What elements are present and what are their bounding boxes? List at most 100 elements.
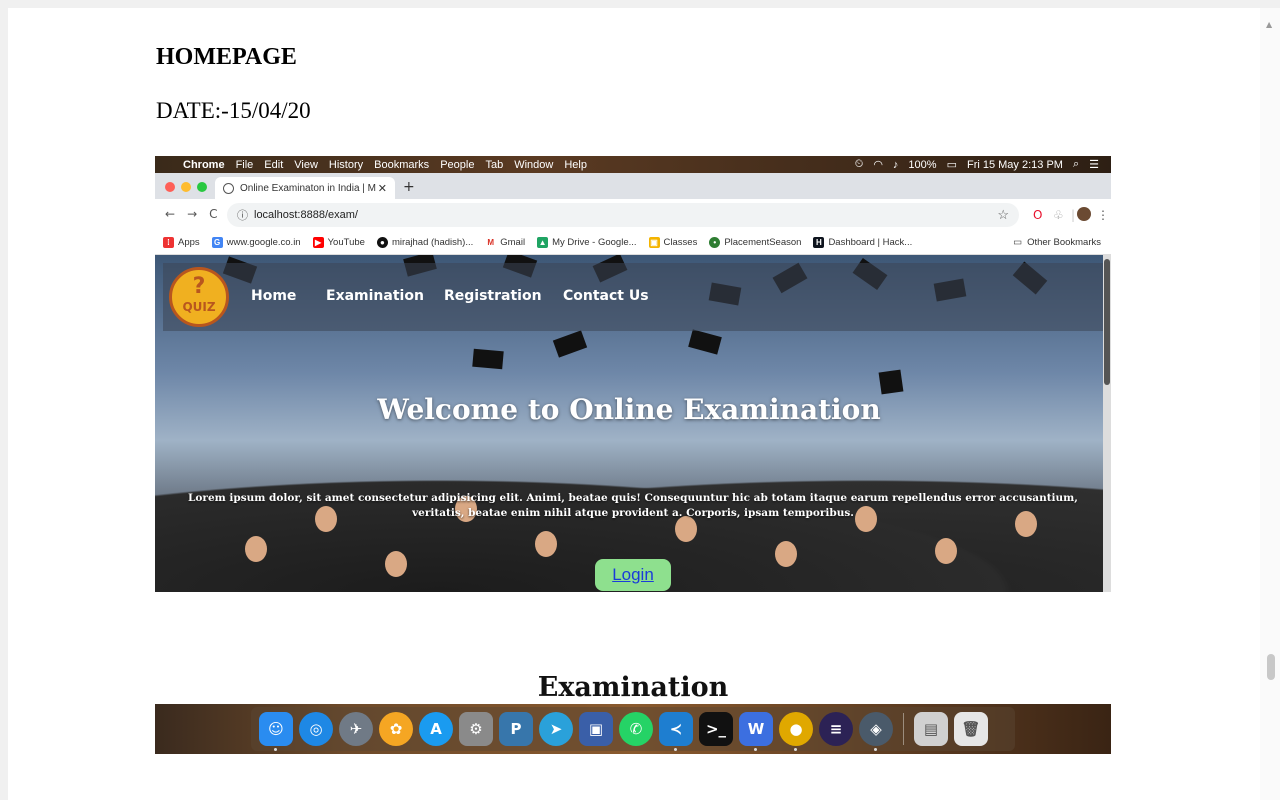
whatsapp-icon[interactable]: ✆ [619, 712, 653, 746]
photos-icon[interactable]: ✿ [379, 712, 413, 746]
menu-item-tab[interactable]: Tab [485, 159, 503, 171]
gmail-icon: M [485, 237, 497, 248]
placement-icon: • [709, 237, 721, 248]
hackerrank-icon: H [813, 237, 825, 248]
menu-app-name[interactable]: Chrome [183, 159, 225, 171]
graduation-cap-icon [472, 348, 504, 370]
browser-toolbar: ← → C ⓘ localhost:8888/exam/ ☆ O ♧ | ⋮ [155, 199, 1111, 231]
bookmark-google[interactable]: Gwww.google.co.in [211, 237, 301, 248]
close-tab-icon[interactable]: ✕ [378, 182, 387, 195]
forward-arrow-icon[interactable]: → [187, 207, 197, 221]
minimize-window-button[interactable] [181, 182, 191, 192]
vscode-icon[interactable]: ≺ [659, 712, 693, 751]
bookmarks-bar: ⁞ Apps Gwww.google.co.in ▶ YouTube ● mirajh… [155, 231, 1111, 255]
bookmark-apps[interactable]: ⁞ Apps [163, 237, 200, 248]
graduation-cap-icon [552, 330, 588, 358]
terminal-icon[interactable]: >_ [699, 712, 733, 746]
apps-grid-icon: ⁞ [163, 237, 174, 248]
menubar-clock[interactable]: Fri 15 May 2:13 PM [967, 159, 1063, 171]
url-text[interactable]: localhost:8888/exam/ [254, 209, 358, 221]
menu-item-people[interactable]: People [440, 159, 474, 171]
battery-icon[interactable]: ▭ [947, 158, 957, 171]
menu-item-history[interactable]: History [329, 159, 363, 171]
nav-link-home[interactable]: Home [251, 288, 296, 304]
app-store-icon[interactable]: A [419, 712, 453, 746]
opera-extension-icon[interactable]: O [1033, 208, 1042, 222]
wps-office-icon[interactable]: W [739, 712, 773, 751]
profile-avatar[interactable] [1077, 207, 1091, 221]
site-scroll-thumb[interactable] [1104, 259, 1110, 385]
python-icon[interactable]: P [499, 712, 533, 746]
bookmark-classes[interactable]: ▣ Classes [648, 237, 697, 248]
system-preferences-icon[interactable]: ⚙ [459, 712, 493, 746]
page-scroll-thumb[interactable] [1267, 654, 1275, 680]
bookmark-drive[interactable]: ▲ My Drive - Google... [537, 237, 637, 248]
menu-item-help[interactable]: Help [564, 159, 587, 171]
menu-item-file[interactable]: File [236, 159, 254, 171]
site-scrollbar[interactable] [1103, 255, 1111, 592]
page-date: DATE:-15/04/20 [156, 98, 311, 123]
graduate-face [385, 551, 407, 577]
running-indicator [794, 748, 797, 751]
github-icon: ● [376, 237, 388, 248]
launchpad-icon[interactable]: ✈ [339, 712, 373, 746]
graduate-face [535, 531, 557, 557]
wifi-icon[interactable]: ◠ [873, 158, 883, 171]
bookmark-hackerrank[interactable]: H Dashboard | Hack... [813, 237, 912, 248]
eclipse-icon[interactable]: ≡ [819, 712, 853, 746]
telegram-icon[interactable]: ➤ [539, 712, 573, 746]
downloads-stack-icon[interactable]: ▤ [914, 712, 948, 746]
page-scrollbar[interactable]: ▲ [1260, 8, 1280, 800]
close-window-button[interactable] [165, 182, 175, 192]
folder-icon: ▭ [1013, 237, 1023, 248]
tab-favicon-icon [223, 182, 234, 194]
menu-item-window[interactable]: Window [514, 159, 553, 171]
bookmark-gmail[interactable]: M Gmail [485, 237, 525, 248]
notification-center-icon[interactable]: ☰ [1089, 158, 1099, 171]
menu-item-bookmarks[interactable]: Bookmarks [374, 159, 429, 171]
bookmark-youtube[interactable]: ▶ YouTube [312, 237, 365, 248]
address-bar[interactable]: ⓘ localhost:8888/exam/ ☆ [227, 203, 1019, 227]
chrome-menu-icon[interactable]: ⋮ [1097, 208, 1109, 222]
volume-icon[interactable]: ♪ [893, 159, 899, 171]
menu-item-view[interactable]: View [294, 159, 318, 171]
chrome-icon[interactable]: ● [779, 712, 813, 751]
spotlight-search-icon[interactable]: ⌕ [1073, 158, 1079, 171]
finder-icon[interactable]: ☺ [259, 712, 293, 751]
sequel-pro-icon[interactable]: ◈ [859, 712, 893, 751]
bookmark-placementseason[interactable]: • PlacementSeason [709, 237, 801, 248]
time-machine-icon[interactable]: ⏲ [855, 158, 864, 171]
extension-icon[interactable]: ♧ [1053, 208, 1064, 222]
mac-menubar: Chrome File Edit View History Bookmarks … [155, 156, 1111, 173]
browser-tab[interactable]: Online Examinaton in India | M ✕ [215, 177, 395, 199]
bookmark-star-icon[interactable]: ☆ [997, 207, 1009, 223]
back-arrow-icon[interactable]: ← [165, 207, 175, 221]
window-controls [165, 182, 207, 192]
examination-section: Examination [155, 592, 1111, 704]
drive-icon: ▲ [537, 237, 549, 248]
google-icon: G [211, 237, 223, 248]
logo-text: QUIZ [182, 300, 216, 314]
running-indicator [874, 748, 877, 751]
zoom-window-button[interactable] [197, 182, 207, 192]
other-bookmarks[interactable]: ▭ Other Bookmarks [1013, 237, 1101, 248]
safari-icon[interactable]: ◎ [299, 712, 333, 746]
hero-section: ? QUIZ Home Examination Registration Con… [155, 255, 1103, 592]
battery-percent[interactable]: 100% [908, 159, 936, 171]
graduation-cap-icon [878, 369, 904, 395]
nav-link-examination[interactable]: Examination [326, 288, 424, 304]
scroll-up-icon[interactable]: ▲ [1266, 20, 1272, 29]
virtualbox-icon[interactable]: ▣ [579, 712, 613, 746]
bookmark-github[interactable]: ● mirajhad (hadish)... [376, 237, 473, 248]
trash-icon[interactable]: 🗑 [954, 712, 988, 746]
menu-item-edit[interactable]: Edit [264, 159, 283, 171]
reload-icon[interactable]: C [209, 207, 217, 221]
nav-link-contact-us[interactable]: Contact Us [563, 288, 649, 304]
site-info-icon[interactable]: ⓘ [237, 207, 248, 223]
new-tab-icon[interactable]: + [403, 179, 415, 195]
quiz-logo[interactable]: ? QUIZ [169, 267, 229, 327]
nav-link-registration[interactable]: Registration [444, 288, 542, 304]
embedded-screenshot: Chrome File Edit View History Bookmarks … [155, 156, 1111, 754]
section-title: Examination [537, 672, 729, 703]
login-button[interactable]: Login [595, 559, 671, 591]
